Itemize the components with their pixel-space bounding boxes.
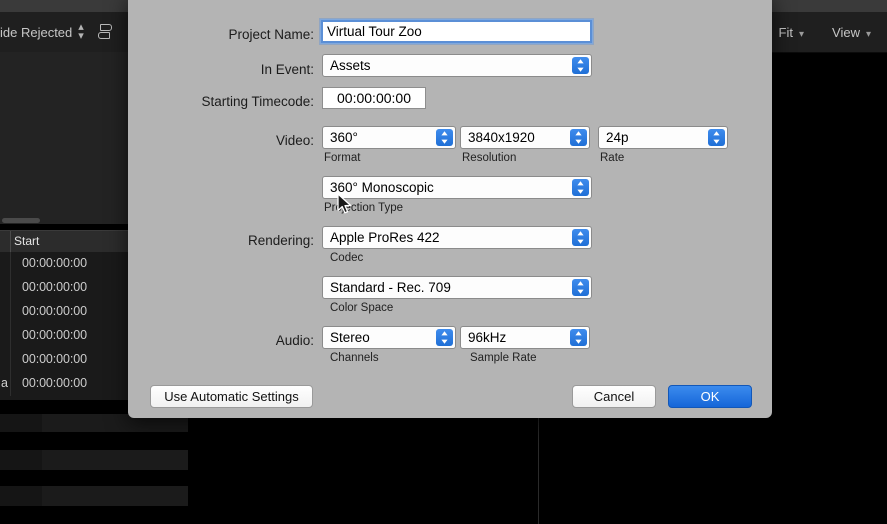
row-divider [10, 276, 11, 300]
list-item-start: 00:00:00:00 [22, 280, 87, 294]
view-label: View [832, 24, 860, 40]
timeline-clip-head[interactable] [0, 486, 42, 506]
list-item-start: 00:00:00:00 [22, 256, 87, 270]
video-format-select[interactable]: 360° [322, 126, 456, 149]
projection-type-select[interactable]: 360° Monoscopic [322, 176, 592, 199]
list-item-start: 00:00:00:00 [22, 304, 87, 318]
stepper-updown-icon[interactable] [436, 329, 453, 346]
audio-sample-rate-sublabel: Sample Rate [470, 352, 537, 364]
stepper-updown-icon[interactable] [436, 129, 453, 146]
list-item[interactable]: 00:00:00:00 [0, 252, 128, 276]
stepper-updown-icon[interactable] [570, 129, 587, 146]
list-item-start: 00:00:00:00 [22, 328, 87, 342]
group-clips-icon[interactable] [97, 24, 116, 40]
browser-panel [0, 52, 129, 224]
list-item[interactable]: 00:00:00:00 [0, 300, 128, 324]
stepper-updown-icon[interactable] [572, 57, 589, 74]
stepper-updown-icon[interactable] [708, 129, 725, 146]
project-name-label: Project Name: [228, 27, 314, 42]
stepper-updown-icon[interactable] [572, 279, 589, 296]
toolbar-right-group: Fit ▾ View ▾ [779, 12, 887, 52]
hide-rejected-label[interactable]: ide Rejected [0, 25, 72, 40]
event-list: 00:00:00:00 00:00:00:00 00:00:00:00 00:0… [0, 252, 128, 400]
in-event-label: In Event: [260, 62, 314, 77]
video-rate-select[interactable]: 24p [598, 126, 728, 149]
list-item[interactable]: a 00:00:00:00 [0, 372, 128, 396]
audio-channels-sublabel: Channels [330, 352, 379, 364]
video-resolution-value: 3840x1920 [468, 130, 535, 145]
color-space-select[interactable]: Standard - Rec. 709 [322, 276, 592, 299]
audio-channels-select[interactable]: Stereo [322, 326, 456, 349]
video-format-value: 360° [330, 130, 358, 145]
rendering-codec-sublabel: Codec [330, 252, 364, 264]
color-space-value: Standard - Rec. 709 [330, 280, 451, 295]
fit-menu[interactable]: Fit ▾ [779, 25, 804, 40]
in-event-select[interactable]: Assets [322, 54, 592, 77]
toolbar-left-group: ide Rejected ▴ ▾ [0, 12, 116, 52]
starting-timecode-value: 00:00:00:00 [337, 90, 411, 106]
chevron-down-icon: ▾ [865, 28, 871, 40]
list-item[interactable]: 00:00:00:00 [0, 276, 128, 300]
stepper-updown-icon[interactable]: ▴ ▾ [78, 22, 84, 42]
chevron-down-icon: ▾ [798, 28, 805, 40]
column-header-start[interactable]: Start [14, 234, 39, 248]
row-divider [10, 348, 11, 372]
list-column-header: Start [0, 230, 128, 254]
fit-label: Fit [778, 24, 793, 40]
stepper-updown-icon[interactable] [572, 179, 589, 196]
row-divider [10, 300, 11, 324]
in-event-value: Assets [330, 58, 371, 73]
audio-label: Audio: [275, 333, 314, 348]
audio-channels-value: Stereo [330, 330, 370, 345]
view-menu[interactable]: View ▾ [832, 25, 871, 40]
starting-timecode-label: Starting Timecode: [201, 94, 314, 109]
app-window: ide Rejected ▴ ▾ Fit ▾ View ▾ Start 00:00:0… [0, 0, 887, 524]
video-label: Video: [275, 133, 314, 148]
video-rate-sublabel: Rate [600, 152, 625, 164]
stepper-updown-icon[interactable] [570, 329, 587, 346]
ok-label: OK [700, 389, 720, 404]
video-format-sublabel: Format [324, 152, 361, 164]
row-divider [10, 252, 11, 276]
list-item-prefix: a [1, 376, 8, 390]
use-automatic-settings-label: Use Automatic Settings [164, 389, 299, 404]
timeline-divider [538, 400, 539, 524]
rendering-codec-select[interactable]: Apple ProRes 422 [322, 226, 592, 249]
list-item[interactable]: 00:00:00:00 [0, 324, 128, 348]
video-resolution-sublabel: Resolution [462, 152, 517, 164]
stepper-updown-icon[interactable] [572, 229, 589, 246]
rendering-codec-value: Apple ProRes 422 [330, 230, 440, 245]
project-settings-dialog: Project Name: Virtual Tour Zoo In Event:… [128, 0, 772, 418]
horizontal-scrollbar[interactable] [2, 218, 40, 223]
video-rate-value: 24p [606, 130, 629, 145]
row-divider [10, 372, 11, 396]
column-divider [10, 231, 11, 253]
row-divider [10, 324, 11, 348]
mouse-cursor [337, 193, 352, 214]
rendering-label: Rendering: [247, 233, 314, 248]
cancel-label: Cancel [593, 389, 635, 404]
list-item[interactable]: 00:00:00:00 [0, 348, 128, 372]
audio-sample-rate-value: 96kHz [468, 330, 507, 345]
ok-button[interactable]: OK [668, 385, 752, 408]
timeline-clip-head[interactable] [0, 414, 42, 432]
cancel-button[interactable]: Cancel [572, 385, 656, 408]
audio-sample-rate-select[interactable]: 96kHz [460, 326, 590, 349]
projection-type-sublabel: Projection Type [324, 202, 404, 214]
project-name-value: Virtual Tour Zoo [327, 24, 422, 39]
use-automatic-settings-button[interactable]: Use Automatic Settings [150, 385, 313, 408]
timeline-clip-head[interactable] [0, 450, 42, 470]
video-resolution-select[interactable]: 3840x1920 [460, 126, 590, 149]
project-name-input[interactable]: Virtual Tour Zoo [320, 19, 593, 44]
color-space-sublabel: Color Space [330, 302, 394, 314]
list-item-start: 00:00:00:00 [22, 376, 87, 390]
starting-timecode-input[interactable]: 00:00:00:00 [322, 87, 426, 109]
list-item-start: 00:00:00:00 [22, 352, 87, 366]
